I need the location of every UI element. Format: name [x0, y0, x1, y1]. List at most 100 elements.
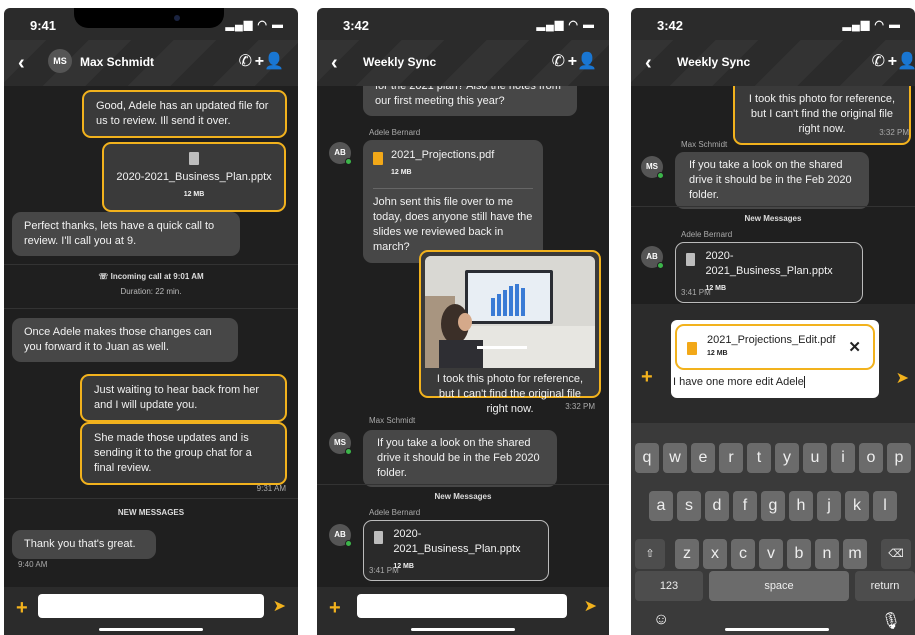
- message-composer: + ➤: [317, 587, 609, 635]
- file-size: 12 MB: [707, 350, 728, 357]
- close-icon[interactable]: ✕: [848, 338, 861, 356]
- send-icon[interactable]: ➤: [584, 596, 597, 616]
- chat-title: Weekly Sync: [677, 55, 751, 69]
- add-user-icon[interactable]: +👤: [888, 51, 915, 71]
- message-bubble: Once Adele makes those changes can you f…: [12, 318, 238, 362]
- message-bubble: Perfect thanks, lets have a quick call t…: [12, 212, 240, 256]
- key-s[interactable]: s: [677, 491, 701, 521]
- emoji-icon[interactable]: ☺: [653, 611, 669, 629]
- back-arrow-icon[interactable]: ‹: [645, 52, 652, 75]
- key-g[interactable]: g: [761, 491, 785, 521]
- home-indicator: [99, 628, 203, 631]
- sender-name: Max Schmidt: [681, 140, 728, 149]
- add-user-icon[interactable]: +👤: [568, 51, 597, 71]
- key-e[interactable]: e: [691, 443, 715, 473]
- phone-screen-weekly-sync-typing: 3:42 ▂▄▆ ◠ ▬ ‹ Weekly Sync ✆ +👤 I took t…: [631, 8, 915, 635]
- key-v[interactable]: v: [759, 539, 783, 569]
- key-q[interactable]: q: [635, 443, 659, 473]
- shift-icon[interactable]: ⇧: [635, 539, 665, 569]
- phone-icon[interactable]: ✆: [552, 51, 565, 71]
- file-attachment[interactable]: 2020-2021_Business_Plan.pptx 12 MB: [102, 142, 286, 212]
- chat-header: ‹ MS Max Schmidt ✆ +👤: [4, 40, 298, 86]
- divider: [317, 484, 609, 485]
- divider: [631, 206, 915, 207]
- microphone-icon[interactable]: 🎙: [881, 611, 901, 631]
- document-icon: [374, 531, 384, 544]
- message-bubble: If you take a look on the shared drive i…: [363, 430, 557, 487]
- key-p[interactable]: p: [887, 443, 911, 473]
- avatar[interactable]: MS: [641, 156, 664, 179]
- avatar[interactable]: AB: [329, 524, 352, 547]
- phone-screen-max-schmidt: 9:41 ▂▄▆ ◠ ▬ ‹ MS Max Schmidt ✆ +👤 Good,…: [4, 8, 298, 635]
- plus-icon[interactable]: +: [16, 597, 28, 620]
- key-w[interactable]: w: [663, 443, 687, 473]
- message-input[interactable]: [38, 594, 264, 618]
- key-y[interactable]: y: [775, 443, 799, 473]
- message-list[interactable]: for the 2021 plan? Also the notes from o…: [317, 86, 609, 587]
- key-o[interactable]: o: [859, 443, 883, 473]
- return-key[interactable]: return: [855, 571, 915, 601]
- plus-icon[interactable]: +: [329, 597, 341, 620]
- key-m[interactable]: m: [843, 539, 867, 569]
- timestamp: 3:32 PM: [565, 402, 595, 411]
- phone-icon[interactable]: ✆: [239, 51, 252, 71]
- file-size: 12 MB: [183, 191, 205, 198]
- message-composer: + ➤: [4, 587, 298, 635]
- file-name: 2021_Projections.pdf: [391, 149, 495, 161]
- message-bubble: She made those updates and is sending it…: [80, 422, 287, 485]
- pending-attachment[interactable]: 2021_Projections_Edit.pdf 12 MB ✕: [675, 324, 875, 370]
- key-c[interactable]: c: [731, 539, 755, 569]
- new-messages-divider: NEW MESSAGES: [117, 508, 185, 517]
- key-i[interactable]: i: [831, 443, 855, 473]
- message-input[interactable]: I have one more edit Adele: [673, 376, 805, 389]
- plus-icon[interactable]: +: [641, 366, 653, 389]
- file-message[interactable]: 2021_Projections.pdf 12 MB John sent thi…: [363, 140, 543, 263]
- key-r[interactable]: r: [719, 443, 743, 473]
- key-j[interactable]: j: [817, 491, 841, 521]
- incoming-call-icon: ☏: [98, 272, 109, 281]
- backspace-icon[interactable]: ⌫: [881, 539, 911, 569]
- key-d[interactable]: d: [705, 491, 729, 521]
- avatar[interactable]: MS: [48, 49, 72, 73]
- numbers-key[interactable]: 123: [635, 571, 703, 601]
- back-arrow-icon[interactable]: ‹: [331, 52, 338, 75]
- divider: [4, 308, 298, 309]
- photo-thumbnail[interactable]: [425, 256, 595, 368]
- key-f[interactable]: f: [733, 491, 757, 521]
- add-user-icon[interactable]: +👤: [255, 51, 284, 71]
- key-l[interactable]: l: [873, 491, 897, 521]
- key-h[interactable]: h: [789, 491, 813, 521]
- key-t[interactable]: t: [747, 443, 771, 473]
- avatar[interactable]: AB: [641, 246, 664, 269]
- divider: [4, 498, 298, 499]
- key-k[interactable]: k: [845, 491, 869, 521]
- status-bar: 9:41 ▂▄▆ ◠ ▬: [4, 8, 298, 40]
- status-time: 3:42: [343, 18, 370, 33]
- sender-name: Max Schmidt: [369, 416, 416, 425]
- timestamp: 3:41 PM: [369, 566, 399, 575]
- avatar[interactable]: AB: [329, 142, 352, 165]
- key-x[interactable]: x: [703, 539, 727, 569]
- divider: [4, 264, 298, 265]
- photo-message[interactable]: I took this photo for reference, but I c…: [419, 250, 601, 415]
- avatar[interactable]: MS: [329, 432, 352, 455]
- key-u[interactable]: u: [803, 443, 827, 473]
- status-bar: 3:42 ▂▄▆ ◠ ▬: [631, 8, 915, 40]
- message-bubble: for the 2021 plan? Also the notes from o…: [363, 86, 577, 116]
- message-input[interactable]: [357, 594, 567, 618]
- chat-header: ‹ Weekly Sync ✆ +👤: [317, 40, 609, 86]
- message-list[interactable]: Good, Adele has an updated file for us t…: [4, 86, 298, 587]
- space-key[interactable]: space: [709, 571, 849, 601]
- send-icon[interactable]: ➤: [896, 368, 909, 388]
- key-n[interactable]: n: [815, 539, 839, 569]
- back-arrow-icon[interactable]: ‹: [18, 52, 25, 75]
- phone-icon[interactable]: ✆: [872, 51, 885, 71]
- send-icon[interactable]: ➤: [273, 596, 286, 616]
- file-name: 2021_Projections_Edit.pdf: [707, 334, 836, 346]
- key-b[interactable]: b: [787, 539, 811, 569]
- message-bubble: Good, Adele has an updated file for us t…: [82, 90, 287, 138]
- key-a[interactable]: a: [649, 491, 673, 521]
- online-indicator: [345, 448, 352, 455]
- meeting-photo-image: [425, 256, 595, 368]
- key-z[interactable]: z: [675, 539, 699, 569]
